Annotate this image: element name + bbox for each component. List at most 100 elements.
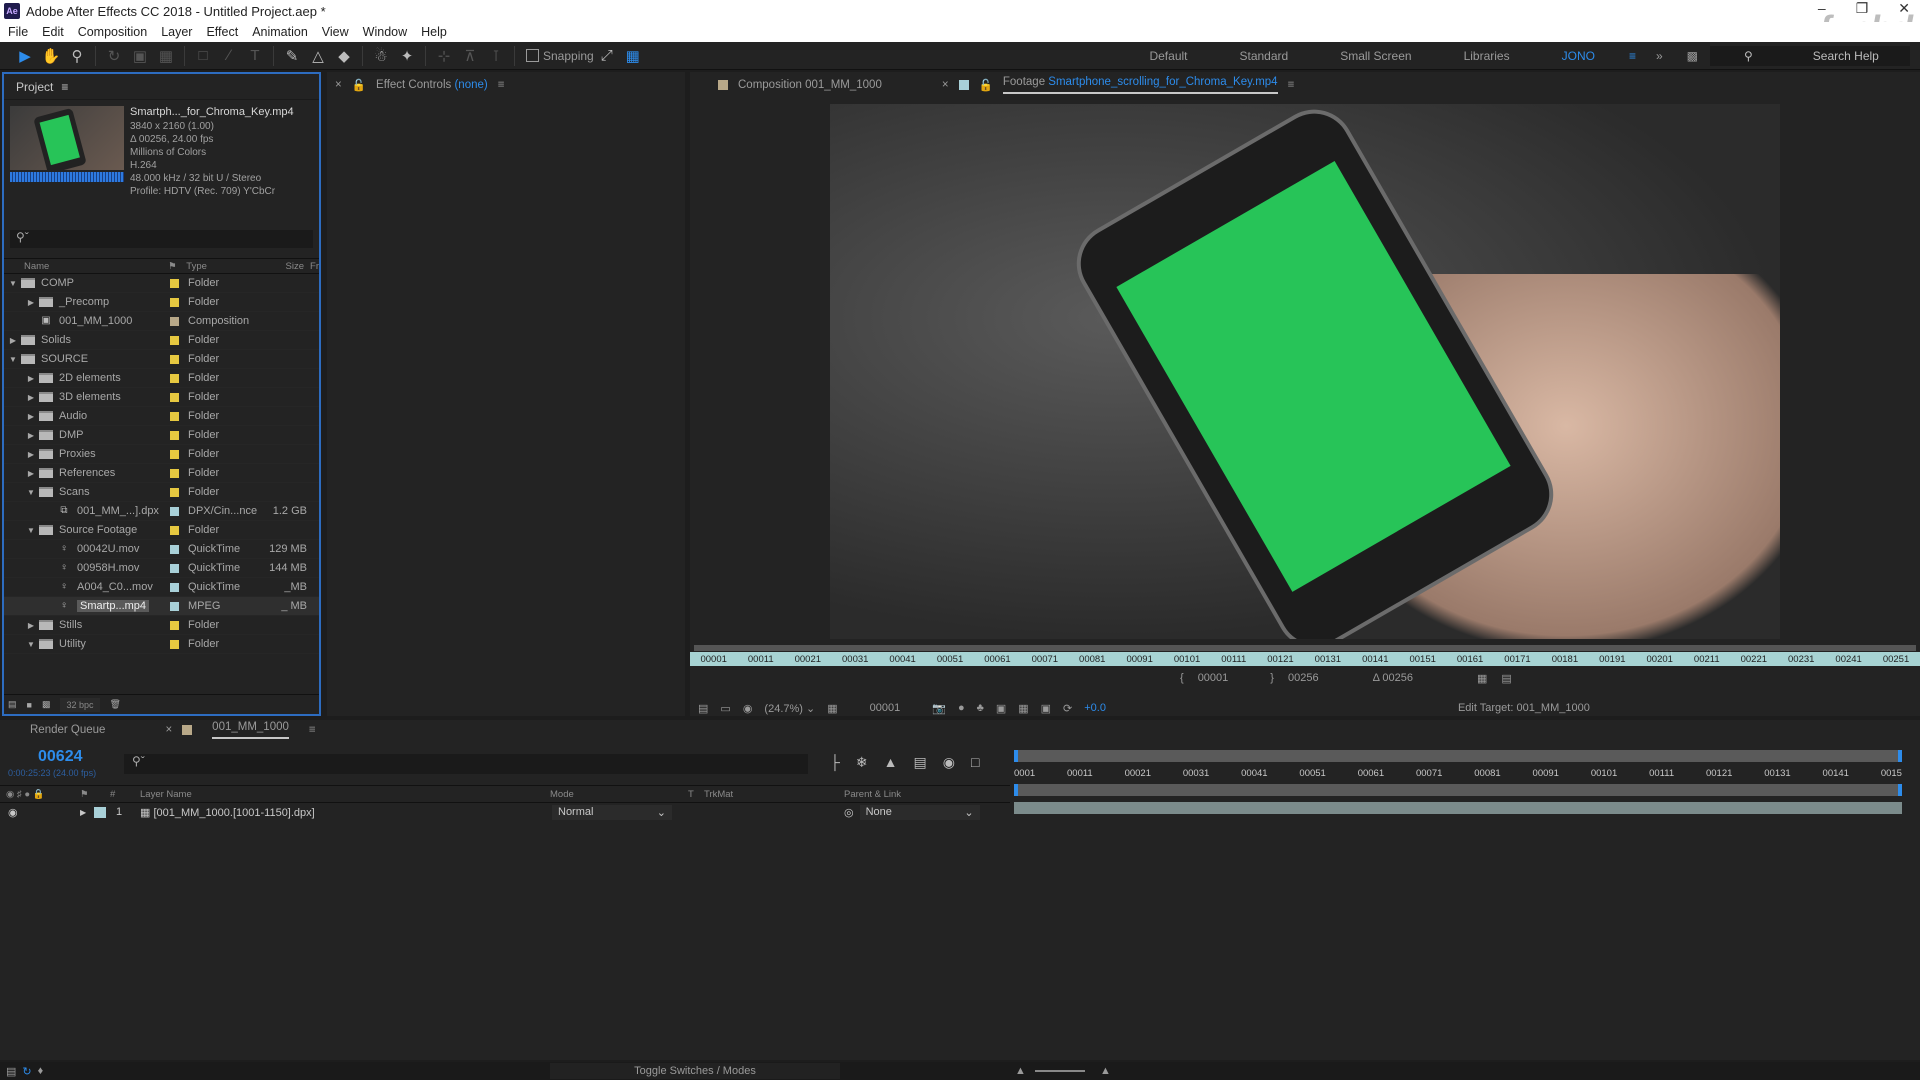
project-item[interactable]: ▼ COMP Folder [4, 274, 319, 293]
frame-blending-icon[interactable]: ▤ [914, 754, 927, 771]
label-color-swatch[interactable] [169, 620, 179, 630]
selection-tool-icon[interactable]: ▶ [12, 44, 38, 68]
exposure-reset-icon[interactable]: ⟳ [1063, 702, 1072, 715]
label-color-swatch[interactable] [169, 468, 179, 478]
workspace-standard[interactable]: Standard [1240, 49, 1289, 63]
column-name[interactable]: Name [4, 261, 163, 272]
monitor-icon[interactable]: ▭ [720, 702, 730, 715]
magnification-dropdown[interactable]: (24.7%) ⌄ [764, 702, 815, 715]
column-parent[interactable]: Parent & Link [844, 789, 901, 800]
world-axis-icon[interactable]: ⊼ [457, 44, 483, 68]
time-navigator[interactable] [1014, 750, 1902, 762]
motion-blur-icon[interactable]: ◉ [943, 754, 955, 771]
label-color-swatch[interactable] [169, 373, 179, 383]
workspace-libraries[interactable]: Libraries [1464, 49, 1510, 63]
transfer-controls-icon[interactable]: ↻ [22, 1065, 31, 1078]
menu-view[interactable]: View [322, 25, 349, 39]
expand-open-icon[interactable]: ▼ [26, 488, 36, 497]
parent-dropdown[interactable]: None ⌄ [859, 804, 980, 820]
label-color-swatch[interactable] [169, 278, 179, 288]
expand-closed-icon[interactable]: ▶ [26, 374, 36, 383]
project-item[interactable]: ▶ Audio Folder [4, 407, 319, 426]
viewer-work-area[interactable] [694, 645, 1916, 651]
snap-grid-icon[interactable]: ▦ [620, 44, 646, 68]
column-trkmat[interactable]: TrkMat [704, 789, 844, 800]
panel-menu-icon[interactable]: ≡ [1288, 79, 1295, 91]
expand-closed-icon[interactable]: ▶ [26, 431, 36, 440]
menu-edit[interactable]: Edit [42, 25, 64, 39]
close-tab-icon[interactable]: × [942, 79, 949, 91]
out-point-icon[interactable]: } [1270, 672, 1274, 685]
timeline-zoom-slider[interactable] [1035, 1070, 1085, 1072]
tab-composition-timeline[interactable]: 001_MM_1000 [212, 721, 289, 739]
shy-layers-icon[interactable]: ▲ [884, 754, 898, 771]
work-area-bar[interactable] [1014, 784, 1902, 796]
expand-open-icon[interactable]: ▼ [8, 355, 18, 364]
label-color-swatch[interactable] [169, 297, 179, 307]
interpret-footage-icon[interactable]: ▤ [8, 699, 17, 710]
layer-label-swatch[interactable] [94, 806, 106, 818]
menu-layer[interactable]: Layer [161, 25, 192, 39]
region-of-interest-icon[interactable]: ▦ [827, 702, 837, 715]
panel-menu-icon[interactable]: ≡ [498, 79, 505, 91]
expand-open-icon[interactable]: ▼ [8, 279, 18, 288]
visibility-eye-icon[interactable]: ◉ [0, 806, 80, 819]
frame-hold-icon[interactable]: ▣ [1041, 702, 1051, 715]
label-color-swatch[interactable] [169, 430, 179, 440]
layer-switches-icon[interactable]: ▤ [6, 1065, 16, 1078]
local-axis-icon[interactable]: ⊹ [431, 44, 457, 68]
menu-animation[interactable]: Animation [252, 25, 308, 39]
menu-effect[interactable]: Effect [206, 25, 238, 39]
footage-name[interactable]: Smartph..._for_Chroma_Key.mp4 [130, 106, 294, 119]
label-color-swatch[interactable] [169, 487, 179, 497]
project-item[interactable]: ▶ _Precomp Folder [4, 293, 319, 312]
label-color-swatch[interactable] [169, 563, 179, 573]
rotation-tool-icon[interactable]: ↻ [101, 44, 127, 68]
project-item[interactable]: ▶ Solids Folder [4, 331, 319, 350]
eraser-tool-icon[interactable]: ◆ [331, 44, 357, 68]
panel-menu-icon[interactable]: ≡ [309, 724, 316, 736]
expand-closed-icon[interactable]: ▶ [26, 298, 36, 307]
menu-help[interactable]: Help [421, 25, 447, 39]
project-item[interactable]: ♀ 00958H.mov QuickTime 144 MB [4, 559, 319, 578]
project-item[interactable]: ♀ Smartp...mp4 MPEG _ MB [4, 597, 319, 616]
transparency-grid-icon[interactable]: ▦ [1018, 702, 1028, 715]
column-size[interactable]: Size [260, 261, 304, 272]
project-item[interactable]: ▣ 001_MM_1000 Composition [4, 312, 319, 331]
channels-icon[interactable]: ♣ [977, 702, 984, 714]
label-color-swatch[interactable] [169, 316, 179, 326]
graph-editor-icon[interactable]: □ [971, 754, 979, 771]
label-color-swatch[interactable] [169, 449, 179, 459]
viewer-time-ruler[interactable]: 00001 00011 00021 00031 00041 00051 00061 00071… [690, 652, 1920, 666]
pickwhip-icon[interactable]: ◎ [844, 806, 854, 819]
pan-behind-tool-icon[interactable]: ▦ [153, 44, 179, 68]
bit-depth-button[interactable]: 32 bpc [60, 697, 100, 712]
trash-icon[interactable]: 🗑 [110, 699, 121, 710]
column-layer-name[interactable]: Layer Name [140, 789, 550, 800]
snapping-checkbox[interactable] [526, 49, 539, 62]
current-frame[interactable]: 00001 [870, 702, 901, 714]
new-folder-icon[interactable]: ■ [27, 700, 32, 710]
tab-footage[interactable]: Footage Smartphone_scrolling_for_Chroma_… [1002, 76, 1278, 94]
label-color-swatch[interactable] [169, 335, 179, 345]
zoom-out-icon[interactable]: ▲ [1015, 1065, 1026, 1077]
rectangle-tool-icon[interactable]: □ [190, 44, 216, 68]
timeline-time-ruler[interactable]: 0001 00011 00021 00031 00041 00051 00061 00071 0… [1014, 762, 1902, 784]
pen-tool-icon[interactable]: ∕ [216, 44, 242, 68]
draft-3d-icon[interactable]: ❄ [856, 754, 868, 771]
label-color-swatch[interactable] [169, 392, 179, 402]
project-item[interactable]: ▶ DMP Folder [4, 426, 319, 445]
close-tab-icon[interactable]: × [335, 79, 342, 91]
workspace-jono[interactable]: JONO [1562, 49, 1595, 63]
zoom-in-icon[interactable]: ▲ [1100, 1065, 1111, 1077]
label-color-swatch[interactable] [169, 544, 179, 554]
hand-tool-icon[interactable]: ✋ [38, 44, 64, 68]
exposure-value[interactable]: +0.0 [1084, 702, 1106, 714]
project-item[interactable]: ▶ Proxies Folder [4, 445, 319, 464]
always-preview-icon[interactable]: ▤ [698, 702, 708, 715]
project-item[interactable]: ▶ References Folder [4, 464, 319, 483]
tab-render-queue[interactable]: Render Queue [30, 724, 105, 736]
tab-composition[interactable]: Composition 001_MM_1000 [738, 79, 882, 91]
label-color-swatch[interactable] [169, 525, 179, 535]
expand-closed-icon[interactable]: ▶ [26, 621, 36, 630]
